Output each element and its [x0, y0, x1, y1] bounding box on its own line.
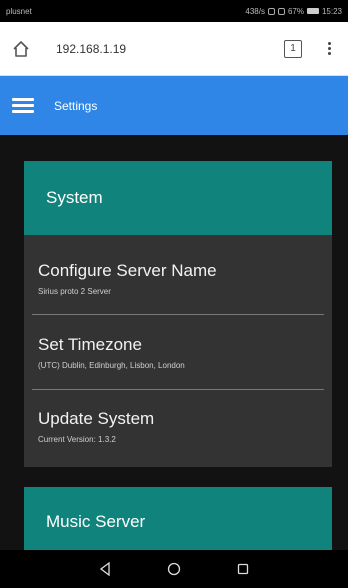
settings-content[interactable]: System Configure Server Name Sirius prot… [0, 135, 348, 550]
tabs-icon[interactable]: 1 [284, 39, 302, 58]
setting-title: Set Timezone [38, 335, 142, 354]
wifi-icon [277, 7, 285, 15]
system-nav-bar [0, 550, 348, 588]
network-speed: 438/s [245, 6, 265, 16]
music-server-section-title: Music Server [46, 512, 146, 531]
battery-icon [306, 8, 319, 14]
divider [32, 314, 324, 315]
setting-subtitle: Current Version: 1.3.2 [38, 435, 116, 444]
signal-icon [267, 7, 275, 15]
url-field[interactable]: 192.168.1.19 [46, 32, 284, 65]
clock: 15:23 [321, 6, 342, 16]
system-section-title: System [46, 188, 103, 207]
back-triangle-icon[interactable] [90, 554, 120, 584]
setting-subtitle: (UTC) Dublin, Edinburgh, Lisbon, London [38, 361, 185, 370]
setting-title: Configure Server Name [38, 261, 217, 280]
page-title: Settings [54, 98, 98, 113]
status-indicators: 438/s 67% 15:23 [245, 7, 342, 16]
update-system-item[interactable]: Update System Current Version: 1.3.2 [38, 409, 324, 444]
app-bar: Settings [0, 76, 348, 135]
phone-screen: plusnet 438/s 67% 15:23 192.168.1.19 1 S… [0, 0, 348, 588]
status-bar: plusnet 438/s 67% 15:23 [0, 0, 348, 22]
setting-subtitle: Sirius proto 2 Server [38, 287, 111, 296]
recents-square-icon[interactable] [228, 554, 258, 584]
more-vert-icon[interactable] [324, 42, 334, 55]
setting-title: Update System [38, 409, 155, 428]
battery-percent: 67% [287, 6, 304, 16]
home-circle-icon[interactable] [159, 554, 189, 584]
divider [32, 389, 324, 390]
configure-server-name-item[interactable]: Configure Server Name Sirius proto 2 Ser… [38, 261, 324, 296]
system-section-header: System [24, 161, 332, 235]
music-server-section-header[interactable]: Music Server [24, 487, 332, 550]
system-section-body: Configure Server Name Sirius proto 2 Ser… [24, 235, 332, 467]
browser-toolbar: 192.168.1.19 1 [0, 22, 348, 76]
hamburger-icon[interactable] [12, 98, 34, 113]
carrier-label: plusnet [6, 6, 32, 16]
set-timezone-item[interactable]: Set Timezone (UTC) Dublin, Edinburgh, Li… [38, 335, 324, 370]
home-icon[interactable] [8, 36, 34, 62]
